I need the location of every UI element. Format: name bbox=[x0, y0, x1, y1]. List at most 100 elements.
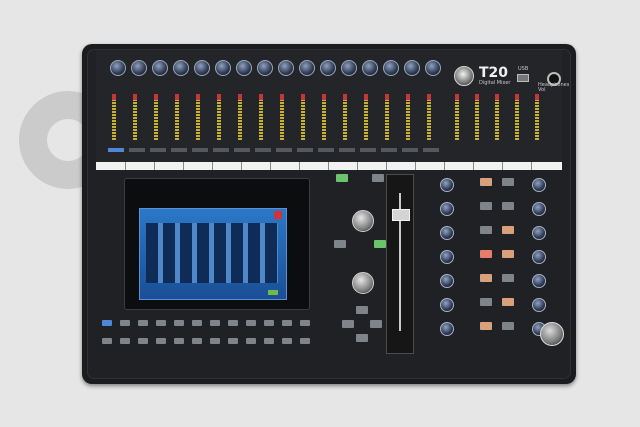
channel-knob[interactable] bbox=[110, 60, 126, 76]
lower-button[interactable] bbox=[102, 338, 112, 344]
lower-button[interactable] bbox=[192, 320, 202, 326]
function-button[interactable] bbox=[336, 174, 348, 182]
usb-port[interactable] bbox=[517, 74, 529, 82]
lower-button[interactable] bbox=[120, 338, 130, 344]
bus-button[interactable] bbox=[502, 250, 514, 258]
channel-knob[interactable] bbox=[320, 60, 336, 76]
lower-button[interactable] bbox=[300, 320, 310, 326]
bus-button[interactable] bbox=[480, 274, 492, 282]
bus-knob[interactable] bbox=[532, 226, 546, 240]
touchscreen-display[interactable] bbox=[139, 208, 287, 300]
bus-button[interactable] bbox=[502, 226, 514, 234]
lower-button[interactable] bbox=[246, 338, 256, 344]
bus-knob[interactable] bbox=[440, 322, 454, 336]
bus-knob[interactable] bbox=[440, 298, 454, 312]
channel-knob[interactable] bbox=[236, 60, 252, 76]
channel-select-button[interactable] bbox=[213, 148, 229, 152]
lower-button[interactable] bbox=[264, 338, 274, 344]
bus-button[interactable] bbox=[502, 202, 514, 210]
bus-button[interactable] bbox=[480, 202, 492, 210]
bus-button[interactable] bbox=[502, 322, 514, 330]
lower-button[interactable] bbox=[210, 338, 220, 344]
function-button[interactable] bbox=[374, 240, 386, 248]
scribble-divider bbox=[473, 162, 474, 170]
channel-knob[interactable] bbox=[341, 60, 357, 76]
master-fader[interactable] bbox=[386, 174, 414, 354]
channel-select-button[interactable] bbox=[234, 148, 250, 152]
channel-knob[interactable] bbox=[299, 60, 315, 76]
lower-button[interactable] bbox=[102, 320, 112, 326]
nav-up-button[interactable] bbox=[356, 306, 368, 314]
lower-button[interactable] bbox=[282, 338, 292, 344]
lower-button[interactable] bbox=[174, 320, 184, 326]
bus-knob[interactable] bbox=[532, 250, 546, 264]
channel-knob[interactable] bbox=[215, 60, 231, 76]
bus-knob[interactable] bbox=[440, 202, 454, 216]
lower-button[interactable] bbox=[192, 338, 202, 344]
bus-knob[interactable] bbox=[440, 178, 454, 192]
bus-knob[interactable] bbox=[440, 226, 454, 240]
channel-knob[interactable] bbox=[257, 60, 273, 76]
bus-button[interactable] bbox=[480, 322, 492, 330]
function-button[interactable] bbox=[372, 174, 384, 182]
channel-knob[interactable] bbox=[278, 60, 294, 76]
lower-button[interactable] bbox=[300, 338, 310, 344]
channel-knob[interactable] bbox=[383, 60, 399, 76]
channel-knob[interactable] bbox=[131, 60, 147, 76]
channel-knob[interactable] bbox=[173, 60, 189, 76]
channel-select-button[interactable] bbox=[381, 148, 397, 152]
lower-button[interactable] bbox=[138, 320, 148, 326]
channel-select-button[interactable] bbox=[318, 148, 334, 152]
lower-button[interactable] bbox=[228, 338, 238, 344]
bus-knob[interactable] bbox=[532, 298, 546, 312]
channel-knob[interactable] bbox=[425, 60, 441, 76]
adjust-encoder-knob[interactable] bbox=[352, 272, 374, 294]
channel-knob[interactable] bbox=[404, 60, 420, 76]
bus-knob[interactable] bbox=[440, 250, 454, 264]
lower-button[interactable] bbox=[210, 320, 220, 326]
lower-button[interactable] bbox=[282, 320, 292, 326]
channel-select-button[interactable] bbox=[423, 148, 439, 152]
bus-button[interactable] bbox=[502, 298, 514, 306]
bus-knob[interactable] bbox=[532, 274, 546, 288]
channel-select-button[interactable] bbox=[171, 148, 187, 152]
lower-button[interactable] bbox=[246, 320, 256, 326]
lower-button[interactable] bbox=[156, 338, 166, 344]
channel-select-button[interactable] bbox=[276, 148, 292, 152]
bus-button[interactable] bbox=[480, 250, 492, 258]
bus-knob[interactable] bbox=[532, 178, 546, 192]
lower-button[interactable] bbox=[138, 338, 148, 344]
bus-knob[interactable] bbox=[440, 274, 454, 288]
bus-knob[interactable] bbox=[532, 202, 546, 216]
bus-button[interactable] bbox=[502, 274, 514, 282]
channel-select-button[interactable] bbox=[297, 148, 313, 152]
nav-right-button[interactable] bbox=[370, 320, 382, 328]
lower-button[interactable] bbox=[120, 320, 130, 326]
main-volume-knob[interactable] bbox=[540, 322, 564, 346]
channel-select-button[interactable] bbox=[129, 148, 145, 152]
channel-select-button[interactable] bbox=[360, 148, 376, 152]
nav-down-button[interactable] bbox=[356, 334, 368, 342]
bus-button[interactable] bbox=[480, 226, 492, 234]
bus-button[interactable] bbox=[480, 298, 492, 306]
channel-knob[interactable] bbox=[152, 60, 168, 76]
channel-select-button[interactable] bbox=[192, 148, 208, 152]
channel-select-button[interactable] bbox=[108, 148, 124, 152]
nav-left-button[interactable] bbox=[342, 320, 354, 328]
channel-knob[interactable] bbox=[362, 60, 378, 76]
lower-button[interactable] bbox=[228, 320, 238, 326]
lower-button[interactable] bbox=[156, 320, 166, 326]
bus-button[interactable] bbox=[480, 178, 492, 186]
channel-knob[interactable] bbox=[194, 60, 210, 76]
function-button[interactable] bbox=[334, 240, 346, 248]
bus-button[interactable] bbox=[502, 178, 514, 186]
lower-button[interactable] bbox=[174, 338, 184, 344]
scribble-divider bbox=[270, 162, 271, 170]
channel-select-button[interactable] bbox=[150, 148, 166, 152]
channel-select-button[interactable] bbox=[339, 148, 355, 152]
channel-select-button[interactable] bbox=[402, 148, 418, 152]
channel-encoder-knob[interactable] bbox=[352, 210, 374, 232]
lower-button[interactable] bbox=[264, 320, 274, 326]
channel-select-button[interactable] bbox=[255, 148, 271, 152]
fader-cap[interactable] bbox=[392, 209, 410, 221]
